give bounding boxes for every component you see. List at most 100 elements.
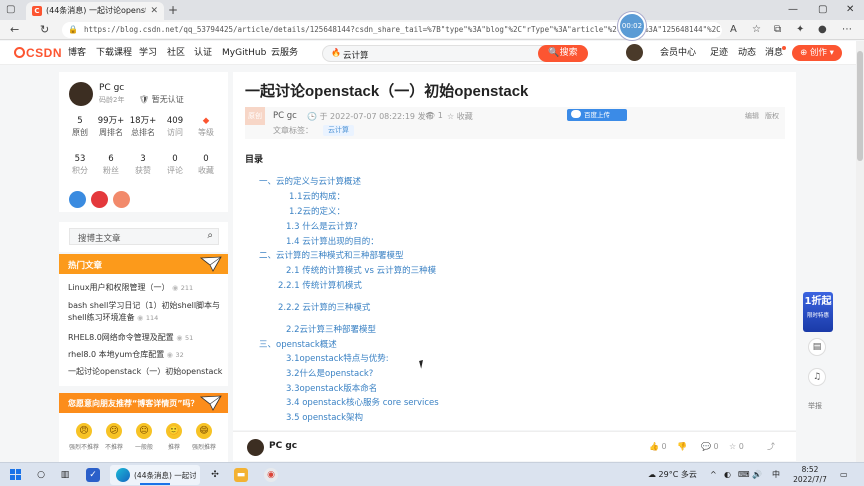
refresh-icon[interactable]: ↻ <box>40 23 49 37</box>
nav-blog[interactable]: 博客 <box>68 48 86 59</box>
favorites-star-icon[interactable]: ☆ <box>752 23 761 37</box>
toc-item[interactable]: 二、云计算的三种模式和三种部署模型 <box>259 250 404 262</box>
stat-fans[interactable]: 6 粉丝 <box>96 154 126 177</box>
author-name[interactable]: PC gc <box>99 83 124 93</box>
article-author[interactable]: PC gc <box>273 111 297 121</box>
network-icon[interactable]: ⌨ <box>738 470 750 480</box>
nav-mygithub[interactable]: MyGitHub <box>222 48 266 59</box>
toc-item[interactable]: 1.3 什么是云计算? <box>286 221 358 233</box>
rating-recommend[interactable]: 🙂 推荐 <box>159 423 189 451</box>
app-icon[interactable]: ✣ <box>208 468 222 482</box>
toc-item[interactable]: 3.2什么是openstack? <box>286 368 373 380</box>
hot-article-item[interactable]: rhel8.0 本地yum仓库配置 ◉ 32 <box>68 349 224 361</box>
browser-tab[interactable]: C (44条消息) 一起讨论openstack ✕ <box>26 2 164 20</box>
ime-indicator[interactable]: 中 <box>772 470 780 480</box>
toc-item[interactable]: 2.2.1 传统计算机模式 <box>278 280 362 292</box>
tag-cloud-computing[interactable]: 云计算 <box>323 125 354 136</box>
upload-button[interactable]: 百度上传 <box>567 109 627 121</box>
nav-messages[interactable]: 消息 <box>765 48 783 59</box>
new-tab-icon[interactable]: + <box>168 3 178 17</box>
stat-favorites[interactable]: 0 收藏 <box>191 154 221 177</box>
windows-start-icon[interactable] <box>10 469 22 481</box>
toc-item[interactable]: 3.3openstack版本命名 <box>286 383 377 395</box>
header-avatar[interactable] <box>626 44 643 61</box>
search-icon[interactable]: ⌕ <box>207 230 213 241</box>
read-aloud-icon[interactable]: A <box>730 23 737 37</box>
stat-total-rank[interactable]: 18万+ 总排名 <box>128 116 158 139</box>
favorite-link[interactable]: ☆ 收藏 <box>447 111 473 122</box>
lock-icon[interactable]: 🔒 <box>68 25 78 34</box>
toc-item[interactable]: 3.4 openstack核心服务 core services <box>286 397 439 409</box>
like-button[interactable]: 👍 0 <box>649 441 667 452</box>
blog-search-input[interactable]: 搜博主文章 ⌕ <box>69 228 219 245</box>
nav-activity[interactable]: 动态 <box>738 48 756 59</box>
scrollbar-thumb[interactable] <box>857 51 863 161</box>
toc-item[interactable]: 1.2云的定义： <box>289 206 345 218</box>
stat-visits[interactable]: 409 访问 <box>160 116 190 139</box>
nav-community[interactable]: 社区 <box>167 48 185 59</box>
search-icon[interactable]: ○ <box>34 468 48 482</box>
close-window-icon[interactable]: ✕ <box>846 3 854 17</box>
toc-item[interactable]: 3.5 openstack架构 <box>286 412 363 424</box>
taskbar-clock[interactable]: 8:52 2022/7/7 <box>790 465 830 485</box>
volume-icon[interactable]: 🔊 <box>752 470 762 480</box>
site-search[interactable]: 🔥 云计算 🔍搜索 <box>322 45 588 62</box>
rating-neutral[interactable]: 😐 一般般 <box>129 423 159 451</box>
rating-strongly-recommend[interactable]: 😄 强烈推荐 <box>189 423 219 451</box>
notification-icon[interactable]: ▭ <box>840 470 848 480</box>
report-link[interactable]: 举报 <box>808 401 822 411</box>
tray-chevron-icon[interactable]: ^ <box>710 470 717 480</box>
hot-article-item[interactable]: 一起讨论openstack（一）初始openstack <box>68 366 224 378</box>
toc-item[interactable]: 一、云的定义与云计算概述 <box>259 176 361 188</box>
taskbar-edge-window[interactable]: (44条消息) 一起讨... <box>110 465 200 485</box>
toc-item[interactable]: 3.1openstack特点与优势: <box>286 353 389 365</box>
badge-icon[interactable] <box>113 191 130 208</box>
folder-icon[interactable]: ▬ <box>234 468 248 482</box>
tray-app-icon[interactable]: ◐ <box>724 470 731 480</box>
rating-strongly-not-recommend[interactable]: 😠 强烈不推荐 <box>69 423 99 451</box>
badge-icon[interactable] <box>91 191 108 208</box>
chrome-icon[interactable]: ◉ <box>264 468 278 482</box>
search-button[interactable]: 🔍搜索 <box>538 45 588 62</box>
nav-learn[interactable]: 学习 <box>139 48 157 59</box>
back-icon[interactable]: ← <box>10 23 19 37</box>
note-icon[interactable]: ▤ <box>808 338 826 356</box>
nav-vip-center[interactable]: 会员中心 <box>660 48 696 59</box>
edit-link[interactable]: 编辑 <box>745 111 759 121</box>
author-name[interactable]: PC gc <box>269 441 297 451</box>
toc-item[interactable]: 三、openstack概述 <box>259 339 337 351</box>
profile-icon[interactable]: ● <box>818 23 827 37</box>
share-icon[interactable]: ⤴ <box>767 441 775 452</box>
stat-likes[interactable]: 3 获赞 <box>128 154 158 177</box>
nav-cloud-service[interactable]: 云服务 <box>271 48 298 59</box>
stat-comments[interactable]: 0 评论 <box>160 154 190 177</box>
stat-level[interactable]: ◆ 等级 <box>191 116 221 139</box>
site-search-input[interactable]: 云计算 <box>343 49 369 61</box>
maximize-icon[interactable]: ▢ <box>818 3 827 17</box>
collections-icon[interactable]: ⧉ <box>774 23 781 37</box>
task-view-icon[interactable]: ▥ <box>58 468 72 482</box>
vip-promo-button[interactable]: 1折起 限时特惠 <box>803 292 833 332</box>
author-avatar[interactable] <box>247 439 264 456</box>
app-icon[interactable]: ✓ <box>86 468 100 482</box>
nav-download-course[interactable]: 下载课程 <box>96 48 132 59</box>
extensions-icon[interactable]: ✦ <box>796 23 804 37</box>
more-menu-icon[interactable]: ⋯ <box>842 23 852 37</box>
toc-item[interactable]: 2.2.2 云计算的三种模式 <box>278 302 370 314</box>
nav-footprint[interactable]: 足迹 <box>710 48 728 59</box>
stat-points[interactable]: 53 积分 <box>65 154 95 177</box>
toc-item[interactable]: 2.2云计算三种部署模型 <box>286 324 376 336</box>
author-avatar[interactable] <box>69 82 93 106</box>
nav-certification[interactable]: 认证 <box>194 48 212 59</box>
badge-icon[interactable] <box>69 191 86 208</box>
copyright-link[interactable]: 版权 <box>765 111 779 121</box>
toc-item[interactable]: 1.1云的构成： <box>289 191 345 203</box>
stat-week-rank[interactable]: 99万+ 周排名 <box>96 116 126 139</box>
weather-widget[interactable]: ☁ 29°C 多云 <box>648 470 697 480</box>
window-menu-icon[interactable]: ▢ <box>6 4 18 16</box>
minimize-icon[interactable]: — <box>788 3 798 17</box>
create-button[interactable]: ⊕ 创作 ▾ <box>792 45 842 61</box>
page-scrollbar[interactable] <box>856 41 864 462</box>
toc-item[interactable]: 1.4 云计算出现的目的： <box>286 236 379 248</box>
dislike-icon[interactable]: 👎 <box>677 441 687 452</box>
